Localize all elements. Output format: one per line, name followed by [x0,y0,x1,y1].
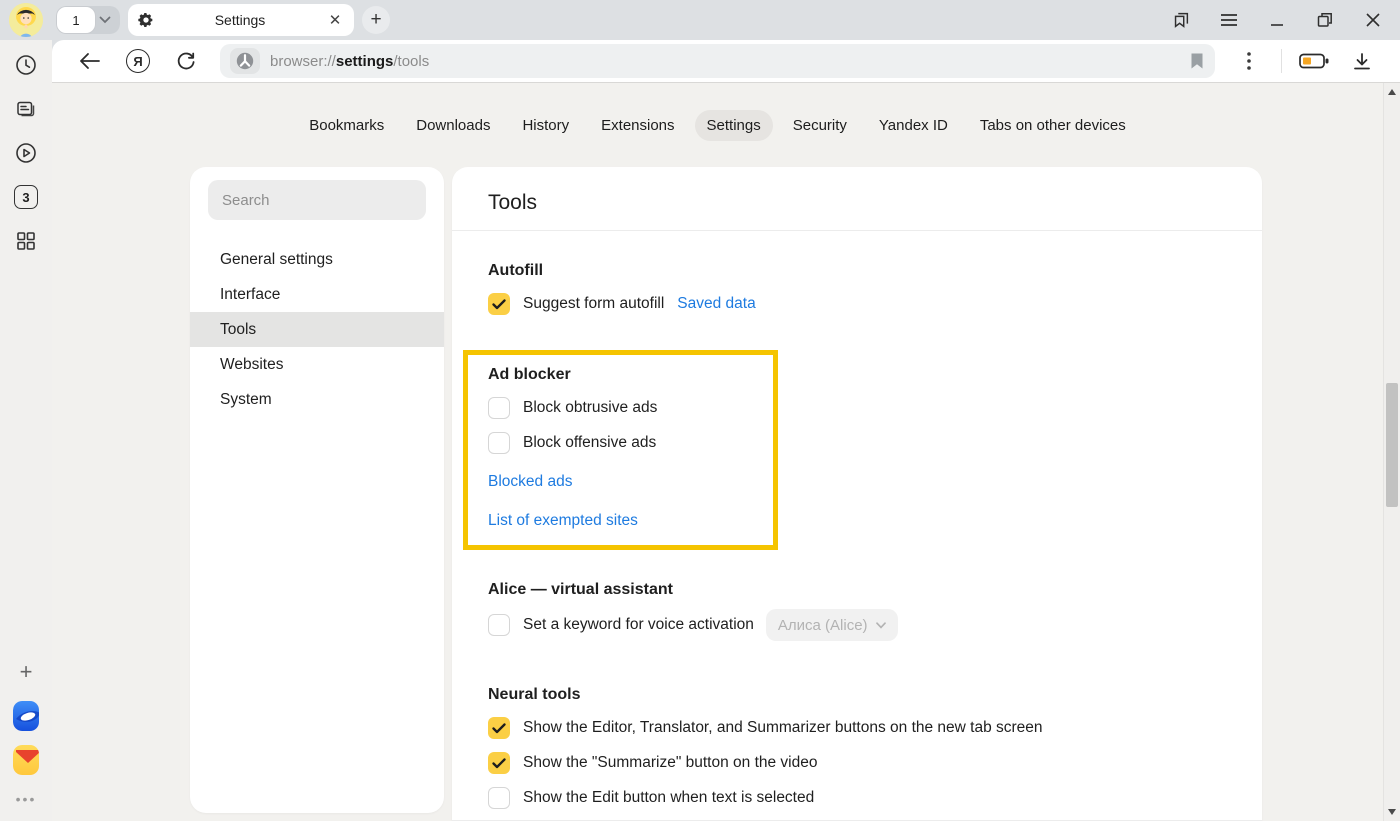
neural-edit-button-label: Show the Edit button when text is select… [523,789,814,807]
toolbar-divider [1281,49,1282,73]
feed-icon[interactable] [13,96,39,122]
block-obtrusive-checkbox[interactable] [488,397,510,419]
new-tab-button[interactable]: + [362,6,390,34]
autofill-heading: Autofill [488,262,1226,280]
disk-app-icon[interactable] [13,703,39,729]
mail-app-icon[interactable] [13,747,39,773]
chevron-down-icon [876,622,886,629]
alice-heading: Alice — virtual assistant [488,581,1226,599]
neural-tools-heading: Neural tools [488,686,1226,704]
suggest-autofill-checkbox[interactable] [488,293,510,315]
exempted-sites-link[interactable]: List of exempted sites [488,512,638,530]
gear-icon [138,12,154,28]
menu-icon[interactable] [1218,9,1240,31]
reload-icon[interactable] [171,46,201,76]
settings-page: Bookmarks Downloads History Extensions S… [52,83,1383,821]
page-scrollbar[interactable] [1383,83,1400,821]
back-icon[interactable] [75,46,105,76]
nav-bookmarks[interactable]: Bookmarks [297,110,396,141]
services-grid-icon[interactable] [13,228,39,254]
keyword-dropdown[interactable]: Алиса (Alice) [766,609,898,641]
nav-other-devices[interactable]: Tabs on other devices [968,110,1138,141]
voice-keyword-checkbox[interactable] [488,614,510,636]
add-shortcut-button[interactable]: + [13,659,39,685]
saved-data-link[interactable]: Saved data [677,295,755,313]
block-obtrusive-label: Block obtrusive ads [523,399,657,417]
suggest-autofill-label: Suggest form autofill [523,295,664,313]
close-tab-icon[interactable]: ✕ [326,11,344,29]
close-window-icon[interactable] [1362,9,1384,31]
neural-newtab-label: Show the Editor, Translator, and Summari… [523,719,1043,737]
open-tabs-count[interactable]: 3 [14,185,38,209]
block-offensive-checkbox[interactable] [488,432,510,454]
tools-settings-card: Tools Autofill Suggest form autofill Sav… [452,167,1262,821]
sidebar-item-tools[interactable]: Tools [190,312,444,347]
nav-history[interactable]: History [510,110,581,141]
sidebar-item-interface[interactable]: Interface [190,277,444,312]
bookmark-icon[interactable] [1189,52,1205,70]
tabs-panel-button[interactable]: 3 [13,184,39,210]
history-icon[interactable] [13,52,39,78]
nav-downloads[interactable]: Downloads [404,110,502,141]
settings-search[interactable] [208,180,426,220]
site-badge-icon[interactable] [230,48,260,74]
video-icon[interactable] [13,140,39,166]
nav-settings[interactable]: Settings [695,110,773,141]
sidebar-item-general[interactable]: General settings [190,242,444,277]
blocked-ads-link[interactable]: Blocked ads [488,473,572,491]
nav-security[interactable]: Security [781,110,859,141]
restore-icon[interactable] [1314,9,1336,31]
tab-title: Settings [154,12,326,28]
page-title: Tools [488,167,1226,230]
ad-blocker-heading: Ad blocker [488,366,773,384]
left-sidebar: 3 + [0,40,52,821]
block-offensive-label: Block offensive ads [523,434,656,452]
ad-blocker-highlight: Ad blocker Block obtrusive ads Block off… [463,350,778,550]
address-bar[interactable]: browser://settings/tools [220,44,1215,78]
scroll-up-icon[interactable] [1388,89,1396,95]
scrollbar-thumb[interactable] [1386,383,1398,507]
tab-settings[interactable]: Settings ✕ [128,4,354,36]
tab-strip: 1 Settings ✕ + [0,0,1400,40]
url-text: browser://settings/tools [270,53,429,70]
search-input[interactable] [208,192,426,209]
bookmarks-panel-icon[interactable] [1170,9,1192,31]
keyword-dropdown-value: Алиса (Alice) [778,617,868,634]
nav-yandex-id[interactable]: Yandex ID [867,110,960,141]
neural-newtab-checkbox[interactable] [488,717,510,739]
yandex-home-icon[interactable]: Я [123,46,153,76]
tab-counter-control[interactable]: 1 [56,6,120,34]
settings-nav: Bookmarks Downloads History Extensions S… [52,110,1383,141]
downloads-icon[interactable] [1347,46,1377,76]
browser-toolbar: Я browser://settings/tools [52,40,1400,83]
more-options-icon[interactable]: ••• [16,791,37,807]
neural-summarize-video-checkbox[interactable] [488,752,510,774]
battery-icon[interactable] [1299,46,1329,76]
neural-summarize-video-label: Show the "Summarize" button on the video [523,754,817,772]
settings-sidebar-card: General settings Interface Tools Website… [190,167,444,813]
sidebar-item-websites[interactable]: Websites [190,347,444,382]
minimize-icon[interactable] [1266,9,1288,31]
voice-keyword-label: Set a keyword for voice activation [523,616,754,634]
kebab-menu-icon[interactable] [1234,46,1264,76]
profile-avatar[interactable] [9,3,43,37]
neural-edit-button-checkbox[interactable] [488,787,510,809]
tab-count-badge[interactable]: 1 [56,6,96,34]
title-divider [452,230,1262,231]
nav-extensions[interactable]: Extensions [589,110,686,141]
sidebar-item-system[interactable]: System [190,382,444,417]
scroll-down-icon[interactable] [1388,809,1396,815]
